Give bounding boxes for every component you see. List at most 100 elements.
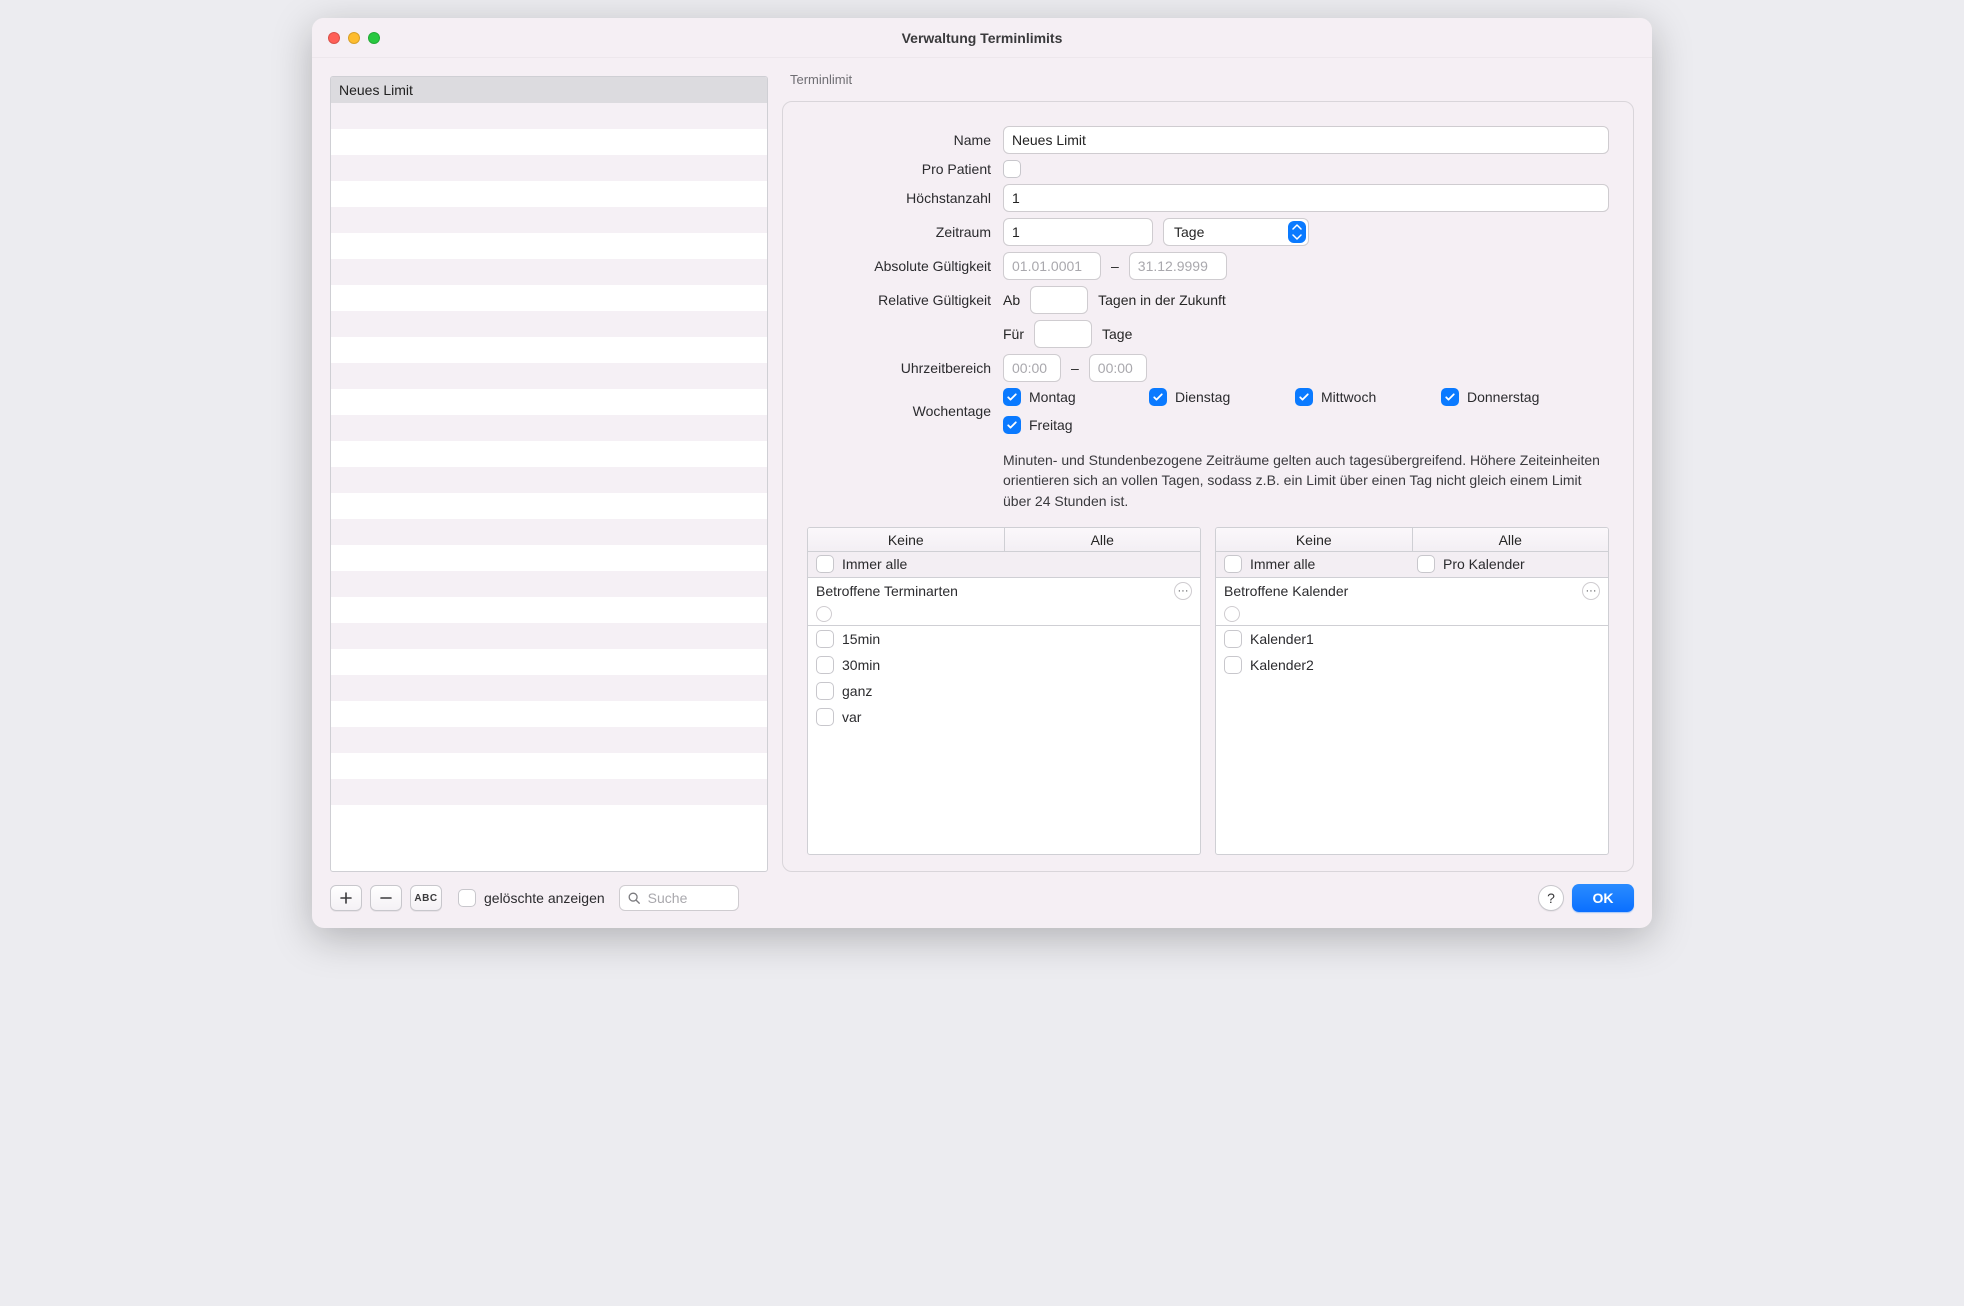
kalender-all-button[interactable]: Alle bbox=[1413, 528, 1609, 551]
relative-fuer-field[interactable] bbox=[1034, 320, 1092, 348]
list-item[interactable] bbox=[331, 779, 767, 805]
list-item[interactable] bbox=[331, 623, 767, 649]
list-item[interactable] bbox=[331, 207, 767, 233]
relative-fuer-prefix: Für bbox=[1003, 326, 1024, 342]
weekday-1-checkbox[interactable]: Dienstag bbox=[1149, 388, 1295, 406]
list-item[interactable] bbox=[331, 493, 767, 519]
terminarten-segments: Keine Alle bbox=[808, 528, 1200, 552]
table-row[interactable]: 30min bbox=[808, 652, 1200, 678]
list-item[interactable] bbox=[331, 649, 767, 675]
list-item[interactable] bbox=[331, 129, 767, 155]
terminarten-more-button[interactable]: ··· bbox=[1174, 582, 1192, 600]
list-item[interactable] bbox=[331, 415, 767, 441]
dash-2: – bbox=[1071, 360, 1079, 376]
zeitraum-value-field[interactable] bbox=[1003, 218, 1153, 246]
add-button[interactable] bbox=[330, 885, 362, 911]
show-deleted-checkbox[interactable]: gelöschte anzeigen bbox=[458, 889, 605, 907]
limit-list[interactable]: Neues Limit bbox=[331, 77, 767, 871]
zeitraum-unit-select[interactable]: Tage bbox=[1163, 218, 1309, 246]
terminart-3-checkbox[interactable]: var bbox=[816, 708, 861, 726]
hoechstanzahl-field[interactable] bbox=[1003, 184, 1609, 212]
list-item[interactable] bbox=[331, 441, 767, 467]
weekday-0-checkbox[interactable]: Montag bbox=[1003, 388, 1149, 406]
help-button[interactable]: ? bbox=[1538, 885, 1564, 911]
relative-fuer-suffix: Tage bbox=[1102, 326, 1132, 342]
sidebar: Neues Limit bbox=[330, 76, 768, 872]
list-item[interactable] bbox=[331, 701, 767, 727]
terminarten-list[interactable]: 15min 30min ganz var bbox=[808, 626, 1200, 854]
terminart-0-checkbox[interactable]: 15min bbox=[816, 630, 880, 648]
kalender-radio[interactable] bbox=[1224, 606, 1240, 622]
list-item[interactable] bbox=[331, 727, 767, 753]
kalender-immer-alle-checkbox[interactable]: Immer alle bbox=[1224, 555, 1315, 573]
weekday-4-checkbox[interactable]: Freitag bbox=[1003, 416, 1149, 434]
list-item[interactable] bbox=[331, 519, 767, 545]
list-item[interactable] bbox=[331, 675, 767, 701]
time-from-field[interactable] bbox=[1003, 354, 1061, 382]
label-pro-patient: Pro Patient bbox=[807, 161, 993, 177]
label-relative: Relative Gültigkeit bbox=[807, 292, 993, 308]
list-item[interactable] bbox=[331, 597, 767, 623]
table-row[interactable]: var bbox=[808, 704, 1200, 730]
ok-button[interactable]: OK bbox=[1572, 884, 1634, 912]
list-item[interactable] bbox=[331, 285, 767, 311]
terminarten-none-button[interactable]: Keine bbox=[808, 528, 1005, 551]
list-item[interactable] bbox=[331, 363, 767, 389]
terminarten-immer-alle-checkbox[interactable]: Immer alle bbox=[816, 555, 907, 573]
search-icon bbox=[627, 891, 641, 905]
label-hoechstanzahl: Höchstanzahl bbox=[807, 190, 993, 206]
right-pane: Terminlimit Name Pro Patient Höchstanzah… bbox=[782, 76, 1634, 872]
list-item[interactable] bbox=[331, 155, 767, 181]
table-row[interactable]: 15min bbox=[808, 626, 1200, 652]
plus-icon bbox=[339, 891, 353, 905]
list-item[interactable] bbox=[331, 753, 767, 779]
terminart-1-checkbox[interactable]: 30min bbox=[816, 656, 880, 674]
kalender-panel: Keine Alle Immer alle Pro Kalender Betro… bbox=[1215, 527, 1609, 855]
list-item[interactable] bbox=[331, 805, 767, 831]
list-item[interactable] bbox=[331, 233, 767, 259]
terminart-2-checkbox[interactable]: ganz bbox=[816, 682, 872, 700]
weekday-2-checkbox-label: Mittwoch bbox=[1321, 389, 1376, 405]
kalender-none-button[interactable]: Keine bbox=[1216, 528, 1413, 551]
list-item[interactable] bbox=[331, 389, 767, 415]
list-item[interactable] bbox=[331, 181, 767, 207]
minus-icon bbox=[379, 891, 393, 905]
form-grid: Name Pro Patient Höchstanzahl Zeitraum T… bbox=[807, 126, 1609, 511]
time-to-field[interactable] bbox=[1089, 354, 1147, 382]
help-label: ? bbox=[1547, 890, 1555, 906]
kalender-1-checkbox[interactable]: Kalender2 bbox=[1224, 656, 1314, 674]
absolute-from-field[interactable] bbox=[1003, 252, 1101, 280]
list-item[interactable] bbox=[331, 571, 767, 597]
weekday-3-checkbox[interactable]: Donnerstag bbox=[1441, 388, 1597, 406]
kalender-more-button[interactable]: ··· bbox=[1582, 582, 1600, 600]
terminlimit-fieldset: Name Pro Patient Höchstanzahl Zeitraum T… bbox=[782, 101, 1634, 872]
name-field[interactable] bbox=[1003, 126, 1609, 154]
fieldset-legend: Terminlimit bbox=[786, 72, 1638, 87]
list-item[interactable] bbox=[331, 467, 767, 493]
label-zeitraum: Zeitraum bbox=[807, 224, 993, 240]
list-item[interactable] bbox=[331, 337, 767, 363]
abc-button[interactable]: ABC bbox=[410, 885, 442, 911]
list-item[interactable]: Neues Limit bbox=[331, 77, 767, 103]
list-item[interactable] bbox=[331, 103, 767, 129]
weekday-2-checkbox[interactable]: Mittwoch bbox=[1295, 388, 1441, 406]
terminarten-radio[interactable] bbox=[816, 606, 832, 622]
terminarten-immer-alle-label: Immer alle bbox=[842, 556, 907, 572]
relative-ab-prefix: Ab bbox=[1003, 292, 1020, 308]
pro-kalender-checkbox[interactable]: Pro Kalender bbox=[1417, 555, 1525, 573]
list-item[interactable] bbox=[331, 545, 767, 571]
remove-button[interactable] bbox=[370, 885, 402, 911]
pro-patient-checkbox[interactable] bbox=[1003, 160, 1021, 178]
table-row[interactable]: Kalender2 bbox=[1216, 652, 1608, 678]
table-row[interactable]: Kalender1 bbox=[1216, 626, 1608, 652]
relative-ab-field[interactable] bbox=[1030, 286, 1088, 314]
kalender-list[interactable]: Kalender1 Kalender2 bbox=[1216, 626, 1608, 854]
table-row[interactable]: ganz bbox=[808, 678, 1200, 704]
list-item[interactable] bbox=[331, 311, 767, 337]
list-item[interactable] bbox=[331, 259, 767, 285]
kalender-1-checkbox-label: Kalender2 bbox=[1250, 657, 1314, 673]
absolute-to-field[interactable] bbox=[1129, 252, 1227, 280]
kalender-0-checkbox[interactable]: Kalender1 bbox=[1224, 630, 1314, 648]
terminart-3-checkbox-label: var bbox=[842, 709, 861, 725]
terminarten-all-button[interactable]: Alle bbox=[1005, 528, 1201, 551]
